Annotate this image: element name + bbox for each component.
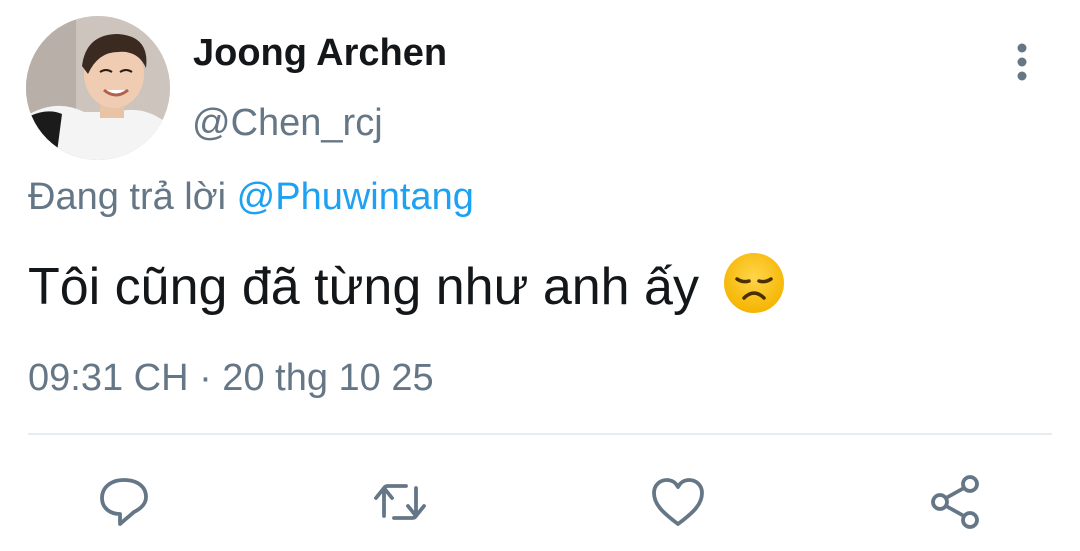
more-options-button[interactable] xyxy=(1002,40,1042,84)
retweet-button[interactable] xyxy=(370,472,430,532)
reply-prefix: Đang trả lời xyxy=(28,176,227,218)
reply-target-link[interactable]: @Phuwintang xyxy=(237,176,474,218)
disappointed-face-icon xyxy=(723,252,785,314)
more-vertical-icon xyxy=(1017,43,1027,81)
reply-context: Đang trả lời @Phuwintang xyxy=(28,174,474,220)
display-name[interactable]: Joong Archen xyxy=(193,30,447,76)
heart-icon xyxy=(652,478,704,526)
username-handle[interactable]: @Chen_rcj xyxy=(192,100,383,146)
share-icon xyxy=(931,475,979,529)
tweet-body: Tôi cũng đã từng như anh ấy xyxy=(28,258,699,316)
reply-icon xyxy=(100,478,148,526)
avatar[interactable] xyxy=(26,16,170,160)
reply-button[interactable] xyxy=(94,472,154,532)
share-button[interactable] xyxy=(926,472,986,532)
like-button[interactable] xyxy=(648,472,708,532)
divider xyxy=(28,433,1052,435)
tweet-text: Tôi cũng đã từng như anh ấy xyxy=(28,252,785,317)
avatar-image xyxy=(26,16,170,160)
tweet-timestamp[interactable]: 09:31 CH · 20 thg 10 25 xyxy=(28,355,434,401)
retweet-icon xyxy=(374,484,426,520)
